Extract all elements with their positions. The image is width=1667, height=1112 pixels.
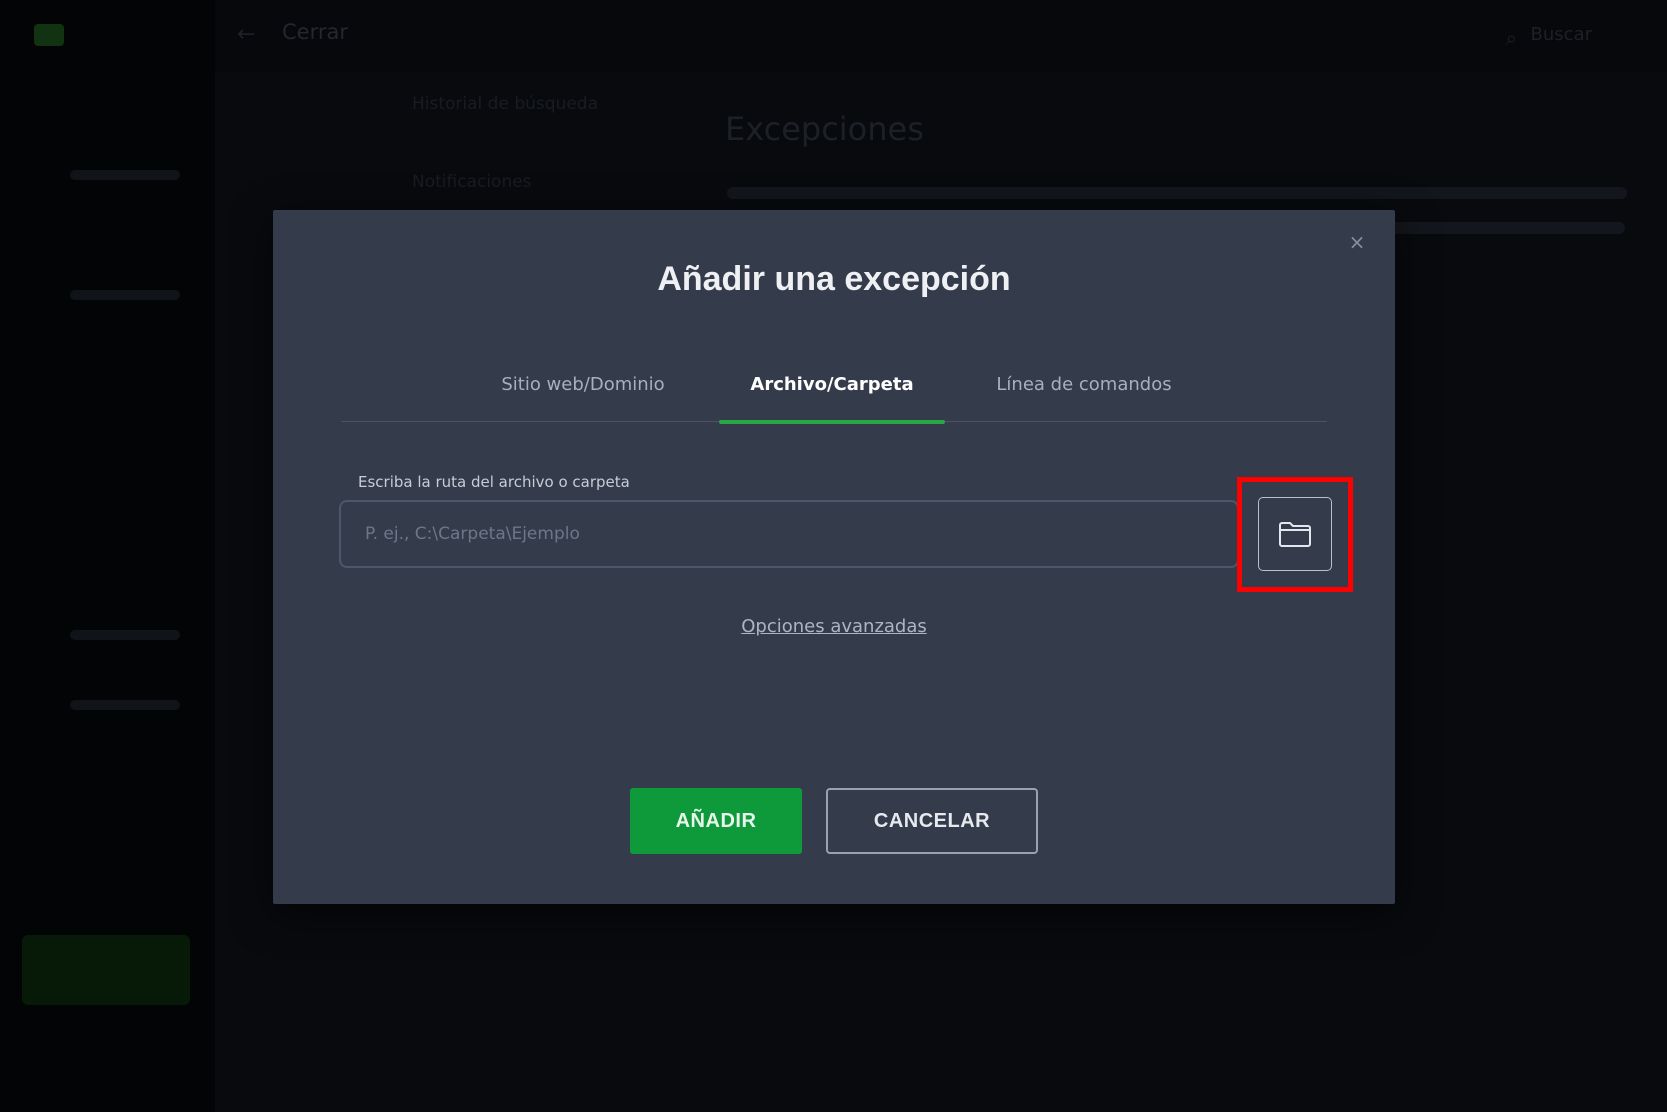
sidebar-item <box>70 630 180 640</box>
add-button[interactable]: AÑADIR <box>630 788 802 854</box>
path-input[interactable] <box>339 500 1239 568</box>
add-exception-dialog: × Añadir una excepción Sitio web/Dominio… <box>273 210 1395 904</box>
search-label: Buscar <box>1530 24 1592 45</box>
topbar-title: Cerrar <box>282 20 348 44</box>
tab-command-line[interactable]: Línea de comandos <box>981 360 1187 422</box>
sidebar-item <box>70 700 180 710</box>
close-icon[interactable]: × <box>1345 230 1369 254</box>
sidebar <box>0 0 215 1112</box>
settings-heading: Excepciones <box>725 110 924 148</box>
exception-type-tabs: Sitio web/Dominio Archivo/Carpeta Línea … <box>341 360 1327 424</box>
settings-subnav-item: Notificaciones <box>412 172 532 192</box>
tab-website-domain[interactable]: Sitio web/Dominio <box>488 360 678 422</box>
path-field-label: Escriba la ruta del archivo o carpeta <box>358 473 630 491</box>
advanced-options-container: Opciones avanzadas <box>273 616 1395 637</box>
arrow-left-icon: ← <box>237 22 256 47</box>
folder-icon <box>1279 522 1311 547</box>
app-logo <box>34 24 64 46</box>
topbar: ← Cerrar ⌕ Buscar <box>215 0 1667 70</box>
sidebar-promo <box>22 935 190 1005</box>
cancel-button[interactable]: CANCELAR <box>826 788 1038 854</box>
settings-description <box>727 187 1627 199</box>
sidebar-item <box>70 170 180 180</box>
tab-file-folder[interactable]: Archivo/Carpeta <box>719 360 945 424</box>
sidebar-item <box>70 290 180 300</box>
settings-subnav-item: Historial de búsqueda <box>412 94 598 114</box>
dialog-title: Añadir una excepción <box>657 260 1011 298</box>
search-icon: ⌕ <box>1505 26 1517 50</box>
advanced-options-link[interactable]: Opciones avanzadas <box>741 616 927 637</box>
browse-folder-button[interactable] <box>1258 497 1332 571</box>
